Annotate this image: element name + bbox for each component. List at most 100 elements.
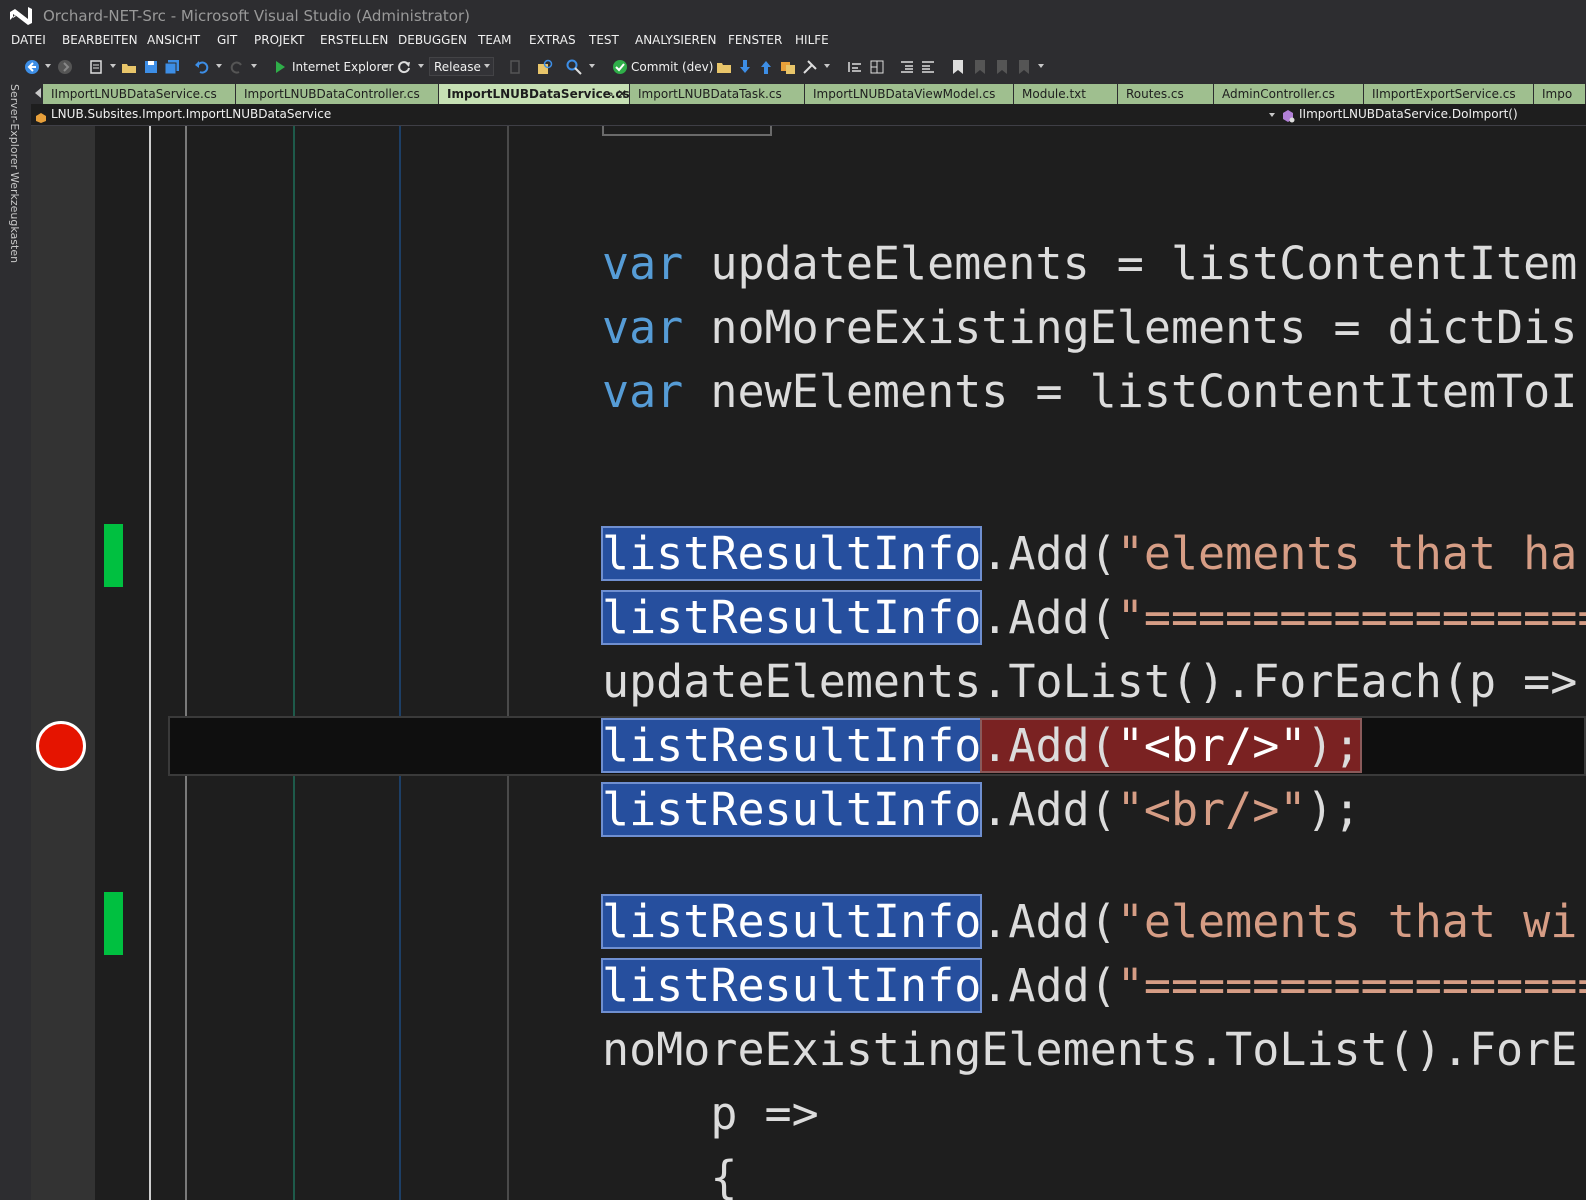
menu-team[interactable]: TEAM xyxy=(478,33,511,47)
code-line[interactable]: { xyxy=(602,1146,737,1200)
open-file-icon[interactable] xyxy=(121,58,137,76)
redo-icon[interactable] xyxy=(229,58,245,76)
toolbar-overflow-caret[interactable] xyxy=(1038,64,1044,68)
code-line[interactable]: var noMoreExistingElements = dictDis xyxy=(602,296,1577,360)
undo-icon[interactable] xyxy=(194,58,210,76)
tab-importlnubdataviewmodel[interactable]: ImportLNUBDataViewModel.cs xyxy=(805,84,1014,104)
standard-toolbar: Internet Explorer Release Commit (dev) xyxy=(0,52,1586,82)
menu-extras[interactable]: EXTRAS xyxy=(529,33,576,47)
code-editor[interactable]: var updateElements = listContentItem var… xyxy=(31,126,1586,1200)
tab-importlnubdatacontroller[interactable]: ImportLNUBDataController.cs xyxy=(236,84,439,104)
code-line[interactable]: listResultInfo.Add("elements that ha xyxy=(600,522,1577,586)
run-target-caret[interactable] xyxy=(383,64,389,68)
refresh-dropdown-caret[interactable] xyxy=(418,64,424,68)
menu-test[interactable]: TEST xyxy=(589,33,619,47)
breakpoint-code-line[interactable]: listResultInfo.Add("<br/>"); xyxy=(600,714,1362,778)
tab-admincontroller[interactable]: AdminController.cs xyxy=(1214,84,1364,104)
member-dropdown[interactable]: IImportLNUBDataService.DoImport() xyxy=(1299,107,1518,121)
find-dropdown-caret[interactable] xyxy=(589,64,595,68)
push-arrow-icon[interactable] xyxy=(758,58,774,76)
document-tab-strip: IImportLNUBDataService.cs ImportLNUBData… xyxy=(31,82,1586,104)
code-line[interactable]: listResultInfo.Add("elements that wi xyxy=(600,890,1578,954)
code-line[interactable]: listResultInfo.Add("==================== xyxy=(600,586,1586,650)
highlighted-reference: listResultInfo xyxy=(600,782,983,837)
pin-icon[interactable]: ⊸ xyxy=(603,84,613,104)
indent-guide xyxy=(507,126,509,1200)
tools-dropdown-caret[interactable] xyxy=(824,64,830,68)
tools-icon[interactable] xyxy=(802,58,818,76)
type-dropdown[interactable]: LNUB.Subsites.Import.ImportLNUBDataServi… xyxy=(51,107,331,121)
bookmark-icon[interactable] xyxy=(950,58,966,76)
code-line[interactable]: updateElements.ToList().ForEach(p => xyxy=(602,650,1577,714)
tab-scroll-left-icon[interactable] xyxy=(35,88,41,98)
tab-label: ImportLNUBDataViewModel.cs xyxy=(813,87,996,101)
menu-analysieren[interactable]: ANALYSIEREN xyxy=(635,33,716,47)
menu-bearbeiten[interactable]: BEARBEITEN xyxy=(62,33,138,47)
start-debugging-icon[interactable] xyxy=(274,58,286,76)
run-target-label[interactable]: Internet Explorer xyxy=(292,58,393,76)
code-text: .Add( xyxy=(981,783,1117,836)
breakpoint-icon[interactable] xyxy=(36,721,86,771)
menu-fenster[interactable]: FENSTER xyxy=(728,33,782,47)
new-project-icon[interactable] xyxy=(88,58,104,76)
tab-importlnubdatatask[interactable]: ImportLNUBDataTask.cs xyxy=(630,84,805,104)
menu-projekt[interactable]: PROJEKT xyxy=(254,33,304,47)
close-icon[interactable]: ✕ xyxy=(617,84,627,104)
string-literal: "elements that wi xyxy=(1116,895,1578,948)
branches-icon[interactable] xyxy=(780,58,796,76)
code-line[interactable]: var updateElements = listContentItem xyxy=(602,232,1577,296)
type-dropdown-caret[interactable] xyxy=(1269,113,1275,117)
tab-module-txt[interactable]: Module.txt xyxy=(1014,84,1118,104)
code-line[interactable]: p => xyxy=(602,1082,818,1146)
code-line[interactable]: var newElements = listContentItemToI xyxy=(602,360,1577,424)
breakpoint-margin[interactable] xyxy=(31,126,95,1200)
tab-server-explorer[interactable]: Server-Explorer xyxy=(8,84,21,169)
layout-icon[interactable] xyxy=(869,58,885,76)
new-dropdown-caret[interactable] xyxy=(110,64,116,68)
menu-datei[interactable]: DATEI xyxy=(11,33,46,47)
indent-icon[interactable] xyxy=(920,58,936,76)
prev-bookmark-icon[interactable] xyxy=(972,58,988,76)
code-line[interactable]: listResultInfo.Add("<br/>"); xyxy=(600,778,1361,842)
code-text: .Add( xyxy=(981,959,1117,1012)
commit-label[interactable]: Commit (dev) xyxy=(631,58,713,76)
pull-arrow-icon[interactable] xyxy=(737,58,753,76)
tab-routes[interactable]: Routes.cs xyxy=(1118,84,1214,104)
attach-icon[interactable] xyxy=(507,58,523,76)
refresh-icon[interactable] xyxy=(396,58,412,76)
string-literal: "<br/>" xyxy=(1116,783,1307,836)
find-icon[interactable] xyxy=(566,58,582,76)
commit-check-icon[interactable] xyxy=(612,58,628,76)
menu-hilfe[interactable]: HILFE xyxy=(795,33,829,47)
save-all-icon[interactable] xyxy=(164,58,180,76)
align-icon[interactable] xyxy=(847,58,863,76)
change-marker xyxy=(104,524,123,587)
menu-erstellen[interactable]: ERSTELLEN xyxy=(320,33,388,47)
tab-impo-truncated[interactable]: Impo xyxy=(1534,84,1586,104)
save-icon[interactable] xyxy=(143,58,159,76)
find-in-files-icon[interactable] xyxy=(537,58,553,76)
tab-iimportexportservice[interactable]: IImportExportService.cs xyxy=(1364,84,1534,104)
menu-debuggen[interactable]: DEBUGGEN xyxy=(398,33,467,47)
clear-bookmarks-icon[interactable] xyxy=(1016,58,1032,76)
redo-dropdown-caret[interactable] xyxy=(251,64,257,68)
menu-ansicht[interactable]: ANSICHT xyxy=(147,33,200,47)
highlighted-reference: listResultInfo xyxy=(600,894,983,949)
highlighted-reference: listResultInfo xyxy=(600,718,983,773)
code-line[interactable]: listResultInfo.Add("==================== xyxy=(600,954,1586,1018)
git-folder-icon[interactable] xyxy=(716,58,732,76)
tab-importlnubdataservice[interactable]: ImportLNUBDataService.cs ⊸ ✕ xyxy=(439,84,630,104)
navigate-forward-icon[interactable] xyxy=(57,58,73,76)
outdent-icon[interactable] xyxy=(899,58,915,76)
undo-dropdown-caret[interactable] xyxy=(216,64,222,68)
code-text: .Add( xyxy=(981,895,1117,948)
next-bookmark-icon[interactable] xyxy=(994,58,1010,76)
menu-git[interactable]: GIT xyxy=(217,33,237,47)
navigate-back-icon[interactable] xyxy=(24,58,40,76)
indent-guide xyxy=(149,126,151,1200)
back-dropdown-caret[interactable] xyxy=(45,64,51,68)
tab-werkzeugkasten[interactable]: Werkzeugkasten xyxy=(8,172,21,263)
tab-iimportlnubdataservice[interactable]: IImportLNUBDataService.cs xyxy=(43,84,236,104)
code-line[interactable]: noMoreExistingElements.ToList().ForE xyxy=(602,1018,1577,1082)
tab-label: Module.txt xyxy=(1022,87,1086,101)
